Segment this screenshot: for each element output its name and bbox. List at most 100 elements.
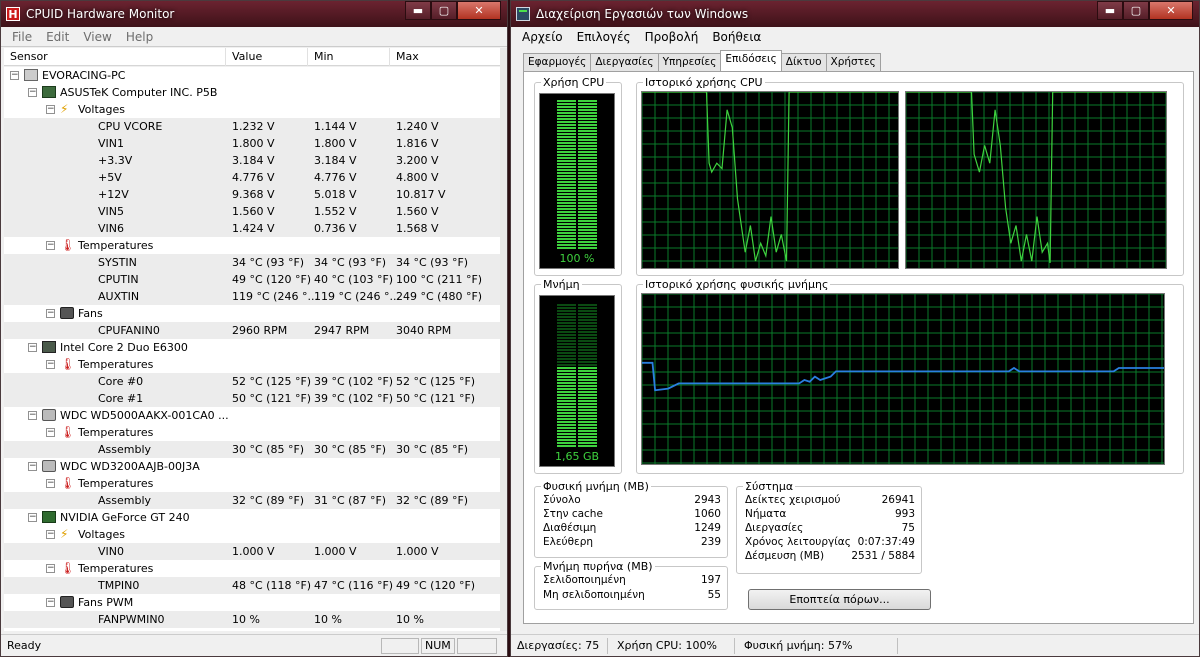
tm-minimize-button[interactable]: ▬ (1097, 1, 1123, 20)
menu-options[interactable]: Επιλογές (570, 30, 638, 44)
sensor-group-row[interactable]: − WDC WD3200AAJB-00J3A (4, 458, 500, 475)
menu-view[interactable]: View (76, 30, 118, 44)
tab-performance[interactable]: Επιδόσεις (720, 50, 782, 71)
meter-segment (578, 106, 597, 108)
collapse-toggle-icon[interactable]: − (10, 71, 19, 80)
meter-segment (557, 235, 576, 237)
menu-help[interactable]: Help (119, 30, 160, 44)
sensor-column-header: Sensor Value Min Max (4, 48, 500, 66)
column-value[interactable]: Value (226, 48, 308, 66)
memory-value: 1,65 GB (554, 450, 600, 463)
sensor-group-row[interactable]: − ASUSTeK Computer INC. P5B (4, 84, 500, 101)
collapse-toggle-icon[interactable]: − (46, 530, 55, 539)
collapse-toggle-icon[interactable]: − (28, 88, 37, 97)
meter-segment (557, 445, 576, 447)
sensor-group-row[interactable]: − 🌡 Temperatures (4, 475, 500, 492)
sensor-reading-row[interactable]: TMPIN0 48 °C (118 °F) 47 °C (116 °F) 49 °C … (4, 577, 500, 594)
sensor-reading-row[interactable]: VIN1 1.800 V 1.800 V 1.816 V (4, 135, 500, 152)
collapse-toggle-icon[interactable]: − (46, 564, 55, 573)
menu-help[interactable]: Βοήθεια (705, 30, 768, 44)
sensor-reading-row[interactable]: SYSTIN 34 °C (93 °F) 34 °C (93 °F) 34 °C (9… (4, 254, 500, 271)
meter-segment (578, 313, 597, 315)
collapse-toggle-icon[interactable]: − (46, 309, 55, 318)
column-sensor[interactable]: Sensor (4, 48, 226, 66)
sensor-tree[interactable]: − EVORACING-PC − ASUSTeK Computer INC. P5B −… (4, 67, 500, 631)
sensor-reading-row[interactable]: FANPWMIN0 10 % 10 % 10 % (4, 611, 500, 628)
sensor-value: 32 °C (89 °F) (232, 494, 305, 507)
sensor-group-row[interactable]: − 🌡 Temperatures (4, 560, 500, 577)
tab-users[interactable]: Χρήστες (825, 53, 881, 71)
collapse-toggle-icon[interactable]: − (28, 513, 37, 522)
collapse-toggle-icon[interactable]: − (46, 479, 55, 488)
taskmgr-titlebar[interactable]: Διαχείριση Εργασιών των Windows ▬ ▢ ✕ (511, 1, 1199, 27)
sensor-min: 2947 RPM (314, 324, 370, 337)
sensor-group-row[interactable]: − 🌡 Temperatures (4, 356, 500, 373)
collapse-toggle-icon[interactable]: − (46, 428, 55, 437)
sensor-reading-row[interactable]: +12V 9.368 V 5.018 V 10.817 V (4, 186, 500, 203)
close-button[interactable]: ✕ (457, 1, 501, 20)
sensor-reading-row[interactable]: CPU VCORE 1.232 V 1.144 V 1.240 V (4, 118, 500, 135)
sensor-reading-row[interactable]: VIN6 1.424 V 0.736 V 1.568 V (4, 220, 500, 237)
sensor-group-row[interactable]: − ⚡ Voltages (4, 526, 500, 543)
menu-file[interactable]: File (5, 30, 39, 44)
column-max[interactable]: Max (390, 48, 502, 66)
sensor-reading-row[interactable]: Core #1 50 °C (121 °F) 39 °C (102 °F) 50 °C… (4, 390, 500, 407)
tm-close-button[interactable]: ✕ (1149, 1, 1193, 20)
tab-services[interactable]: Υπηρεσίες (657, 53, 722, 71)
sensor-reading-row[interactable]: +5V 4.776 V 4.776 V 4.800 V (4, 169, 500, 186)
sensor-reading-row[interactable]: AUXTIN 119 °C (246 °... 119 °C (246 °... 24… (4, 288, 500, 305)
sensor-group-row[interactable]: − Intel Core 2 Duo E6300 (4, 339, 500, 356)
sensor-label: VIN5 (98, 205, 124, 218)
sensor-group-row[interactable]: − 🌡 Temperatures (4, 424, 500, 441)
minimize-button[interactable]: ▬ (405, 1, 431, 20)
sensor-group-row[interactable]: − ⚡ Voltages (4, 101, 500, 118)
maximize-button[interactable]: ▢ (431, 1, 457, 20)
sensor-reading-row[interactable]: +3.3V 3.184 V 3.184 V 3.200 V (4, 152, 500, 169)
stat-label: Δέσμευση (MB) (745, 550, 825, 562)
menu-edit[interactable]: Edit (39, 30, 76, 44)
menu-file[interactable]: Αρχείο (515, 30, 570, 44)
sensor-group-row[interactable]: − EVORACING-PC (4, 67, 500, 84)
collapse-toggle-icon[interactable]: − (46, 241, 55, 250)
meter-segment (578, 424, 597, 426)
column-min[interactable]: Min (308, 48, 390, 66)
meter-segment (578, 124, 597, 126)
sensor-label: WDC WD3200AAJB-00J3A (60, 460, 200, 473)
sensor-reading-row[interactable]: CPUFANIN0 2960 RPM 2947 RPM 3040 RPM (4, 322, 500, 339)
hwmon-titlebar[interactable]: H CPUID Hardware Monitor ▬ ▢ ✕ (1, 1, 507, 27)
sensor-group-row[interactable]: − WDC WD5000AAKX-001CA0 ... (4, 407, 500, 424)
collapse-toggle-icon[interactable]: − (46, 360, 55, 369)
motherboard-icon (42, 86, 56, 98)
sensor-group-row[interactable]: − NVIDIA GeForce GT 240 (4, 509, 500, 526)
menu-view[interactable]: Προβολή (638, 30, 706, 44)
tab-networking[interactable]: Δίκτυο (780, 53, 827, 71)
sensor-reading-row[interactable]: VIN5 1.560 V 1.552 V 1.560 V (4, 203, 500, 220)
sensor-group-row[interactable]: − 🌡 Temperatures (4, 237, 500, 254)
meter-segment (578, 118, 597, 120)
collapse-toggle-icon[interactable]: − (28, 462, 37, 471)
sensor-reading-row[interactable]: CPUTIN 49 °C (120 °F) 40 °C (103 °F) 100 °C… (4, 271, 500, 288)
tab-processes[interactable]: Διεργασίες (590, 53, 659, 71)
collapse-toggle-icon[interactable]: − (28, 411, 37, 420)
meter-segment (557, 391, 576, 393)
collapse-toggle-icon[interactable]: − (28, 343, 37, 352)
resource-monitor-button[interactable]: Εποπτεία πόρων... (748, 589, 931, 610)
meter-segment (578, 127, 597, 129)
meter-segment (557, 136, 576, 138)
meter-segment (557, 439, 576, 441)
sensor-group-row[interactable]: − Fans (4, 305, 500, 322)
tab-applications[interactable]: Εφαρμογές (523, 53, 592, 71)
sensor-reading-row[interactable]: Core #0 52 °C (125 °F) 39 °C (102 °F) 52 °C… (4, 373, 500, 390)
sensor-reading-row[interactable]: Assembly 32 °C (89 °F) 31 °C (87 °F) 32 °C … (4, 492, 500, 509)
sensor-min: 10 % (314, 613, 342, 626)
tm-maximize-button[interactable]: ▢ (1123, 1, 1149, 20)
sensor-reading-row[interactable]: Assembly 30 °C (85 °F) 30 °C (85 °F) 30 °C … (4, 441, 500, 458)
vertical-scrollbar[interactable] (500, 48, 507, 631)
collapse-toggle-icon[interactable]: − (46, 598, 55, 607)
sensor-reading-row[interactable]: VIN0 1.000 V 1.000 V 1.000 V (4, 543, 500, 560)
collapse-toggle-icon[interactable]: − (46, 105, 55, 114)
sensor-label: VIN6 (98, 222, 124, 235)
stat-label: Σύνολο (543, 494, 581, 506)
stat-value: 26941 (881, 494, 915, 506)
sensor-group-row[interactable]: − Fans PWM (4, 594, 500, 611)
